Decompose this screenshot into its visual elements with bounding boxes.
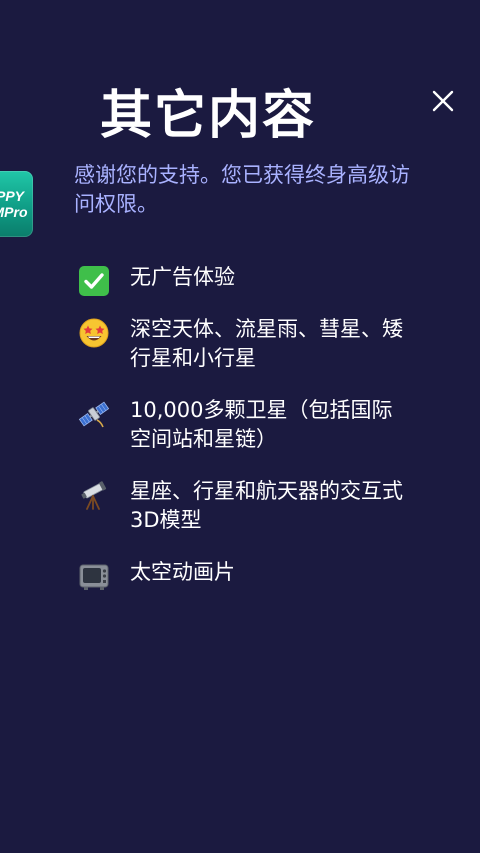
feature-label: 深空天体、流星雨、彗星、矮行星和小行星 <box>130 317 403 370</box>
app-logo-line-2: MPro <box>0 204 28 220</box>
television-icon <box>78 560 110 592</box>
feature-item-satellites: 10,000多颗卫星（包括国际空间站和星链） <box>78 396 408 454</box>
feature-label: 无广告体验 <box>130 265 235 289</box>
telescope-icon <box>78 479 110 511</box>
feature-item-animations: 太空动画片 <box>78 558 408 590</box>
star-struck-emoji-icon <box>78 317 110 349</box>
feature-item-no-ads: 无广告体验 <box>78 263 408 296</box>
feature-label: 太空动画片 <box>130 560 235 584</box>
app-logo-line-1: PPY <box>0 188 26 204</box>
feature-label: 星座、行星和航天器的交互式3D模型 <box>130 479 403 532</box>
satellite-icon <box>78 398 110 430</box>
thank-you-message: 感谢您的支持。您已获得终身高级访问权限。 <box>74 163 410 216</box>
feature-item-3d-models: 星座、行星和航天器的交互式3D模型 <box>78 477 408 535</box>
close-icon <box>432 90 454 112</box>
check-mark-icon <box>78 265 110 297</box>
page-title: 其它内容 <box>100 86 317 146</box>
feature-item-deep-sky: 深空天体、流星雨、彗星、矮行星和小行星 <box>78 315 408 373</box>
premium-screen: 其它内容 PPY MPro 感谢您的支持。您已获得终身高级访问权限。 无广告体验 <box>0 0 480 853</box>
app-logo: PPY MPro <box>0 171 33 237</box>
feature-list: 无广告体验 深空天体、流星雨、彗星、矮行星和小行星 10,000多颗卫星（包括国… <box>78 263 408 590</box>
feature-label: 10,000多颗卫星（包括国际空间站和星链） <box>130 398 393 451</box>
close-button[interactable] <box>422 81 462 121</box>
